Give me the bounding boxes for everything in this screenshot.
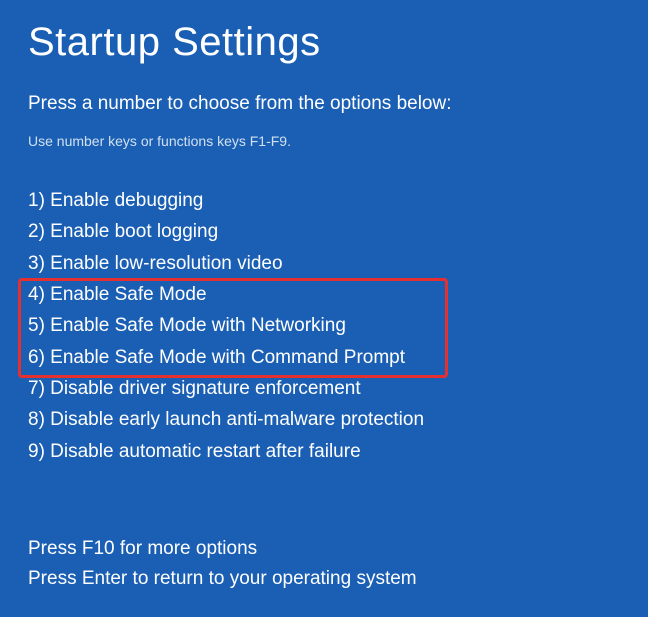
option-1[interactable]: 1) Enable debugging: [28, 185, 620, 216]
option-3[interactable]: 3) Enable low-resolution video: [28, 248, 620, 279]
option-9[interactable]: 9) Disable automatic restart after failu…: [28, 436, 620, 467]
option-4[interactable]: 4) Enable Safe Mode: [28, 279, 620, 310]
option-2[interactable]: 2) Enable boot logging: [28, 216, 620, 247]
footer-return: Press Enter to return to your operating …: [28, 564, 417, 593]
hint-text: Use number keys or functions keys F1-F9.: [28, 133, 620, 149]
page-title: Startup Settings: [28, 20, 620, 65]
option-5[interactable]: 5) Enable Safe Mode with Networking: [28, 310, 620, 341]
option-6[interactable]: 6) Enable Safe Mode with Command Prompt: [28, 342, 620, 373]
subtitle: Press a number to choose from the option…: [28, 93, 620, 115]
options-list: 1) Enable debugging 2) Enable boot loggi…: [28, 185, 620, 467]
footer-more-options: Press F10 for more options: [28, 534, 417, 563]
footer: Press F10 for more options Press Enter t…: [28, 534, 417, 593]
option-8[interactable]: 8) Disable early launch anti-malware pro…: [28, 404, 620, 435]
option-7[interactable]: 7) Disable driver signature enforcement: [28, 373, 620, 404]
